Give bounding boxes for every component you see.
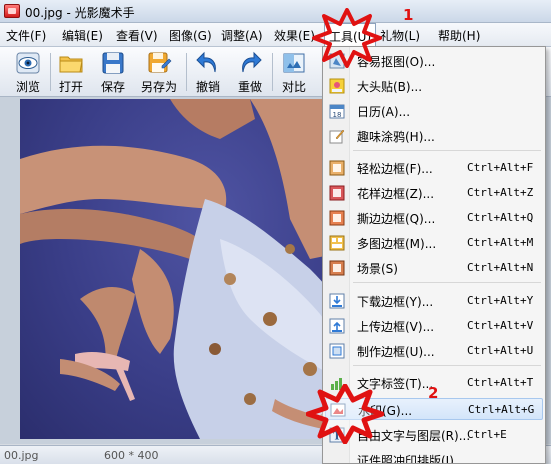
menu-item-label: 日历(A)...: [357, 105, 411, 119]
menu-item-shortcut: Ctrl+Alt+T: [467, 376, 534, 389]
annotation-burst-watermark: [306, 384, 384, 444]
menu-separator: [353, 365, 541, 366]
app-icon: [4, 4, 20, 18]
menu-effects[interactable]: 效果(E): [274, 27, 315, 44]
menu-item-scene[interactable]: 场景(S) Ctrl+Alt+N: [325, 257, 543, 279]
frame-icon: [329, 160, 345, 176]
browse-label: 浏览: [15, 80, 40, 94]
floppy-icon: [102, 52, 124, 74]
annotation-step-2: 2: [428, 384, 439, 402]
undo-label: 撤销: [195, 80, 220, 94]
menu-item-calendar[interactable]: 18 日历(A)...: [325, 100, 543, 122]
menu-item-easy-frame[interactable]: 轻松边框(F)... Ctrl+Alt+F: [325, 157, 543, 179]
save-as-label: 另存为: [140, 80, 177, 94]
menu-item-torn-frame[interactable]: 撕边边框(Q)... Ctrl+Alt+Q: [325, 207, 543, 229]
photo-sticker-icon: [329, 78, 345, 94]
folder-icon: [59, 56, 83, 73]
menu-item-label: 上传边框(V)...: [357, 320, 435, 334]
menu-item-shortcut: Ctrl+Alt+Q: [467, 211, 534, 224]
eye-icon: [16, 52, 40, 74]
menu-item-id-photo-print[interactable]: 证件照冲印排版(I)...: [325, 449, 543, 464]
doodle-icon: [329, 129, 345, 144]
menu-file[interactable]: 文件(F): [6, 27, 46, 44]
menu-item-label: 花样边框(Z)...: [357, 187, 435, 201]
menu-item-doodle[interactable]: 趣味涂鸦(H)...: [325, 125, 543, 147]
save-as-icon: [148, 52, 172, 73]
menu-item-upload-frame[interactable]: 上传边框(V)... Ctrl+Alt+V: [325, 315, 543, 337]
save-label: 保存: [100, 80, 125, 94]
menu-separator: [353, 150, 541, 151]
menu-item-label: 趣味涂鸦(H)...: [357, 130, 435, 144]
menu-item-label: 轻松边框(F)...: [357, 162, 433, 176]
menu-item-fancy-frame[interactable]: 花样边框(Z)... Ctrl+Alt+Z: [325, 182, 543, 204]
menu-item-shortcut: Ctrl+Alt+F: [467, 161, 534, 174]
menu-item-shortcut: Ctrl+Alt+N: [467, 261, 534, 274]
redo-icon: [242, 51, 262, 73]
annotation-step-1: 1: [403, 6, 414, 24]
menu-item-label: 多图边框(M)...: [357, 237, 437, 251]
compare-button[interactable]: 对比: [274, 49, 314, 95]
browse-button[interactable]: 浏览: [8, 49, 48, 95]
download-icon: [329, 293, 345, 309]
menu-help[interactable]: 帮助(H): [438, 27, 480, 44]
undo-icon: [196, 51, 216, 73]
menu-item-shortcut: Ctrl+E: [467, 428, 507, 441]
menu-item-label: 撕边边框(Q)...: [357, 212, 436, 226]
menu-gifts[interactable]: 礼物(L): [380, 27, 420, 44]
window-title: 00.jpg - 光影魔术手: [25, 6, 135, 20]
title-bar: 00.jpg - 光影魔术手: [0, 0, 551, 23]
menu-item-shortcut: Ctrl+Alt+Z: [467, 186, 534, 199]
status-filename: 00.jpg: [4, 449, 39, 462]
menu-view[interactable]: 查看(V): [116, 27, 158, 44]
menu-item-shortcut: Ctrl+Alt+V: [467, 319, 534, 332]
menu-item-shortcut: Ctrl+Alt+M: [467, 236, 534, 249]
menu-item-label: 场景(S): [357, 262, 398, 276]
scene-icon: [329, 260, 345, 276]
menu-bar: 文件(F) 编辑(E) 查看(V) 图像(G) 调整(A) 效果(E) 工具(U…: [0, 23, 551, 47]
menu-image[interactable]: 图像(G): [169, 27, 212, 44]
undo-button[interactable]: 撤销: [188, 49, 228, 95]
annotation-burst-tools: [312, 8, 382, 68]
menu-item-download-frame[interactable]: 下载边框(Y)... Ctrl+Alt+Y: [325, 290, 543, 312]
upload-icon: [329, 318, 345, 334]
menu-item-label: 制作边框(U)...: [357, 345, 435, 359]
open-label: 打开: [58, 80, 83, 94]
menu-edit[interactable]: 编辑(E): [62, 27, 103, 44]
menu-item-shortcut: Ctrl+Alt+Y: [467, 294, 534, 307]
open-button[interactable]: 打开: [51, 49, 91, 95]
redo-label: 重做: [237, 80, 262, 94]
toolbar-separator: [272, 53, 273, 91]
svg-text:18: 18: [333, 111, 342, 119]
menu-item-label: 下载边框(Y)...: [357, 295, 434, 309]
frame-icon: [329, 185, 345, 201]
menu-separator: [353, 282, 541, 283]
make-frame-icon: [329, 343, 345, 359]
compare-label: 对比: [281, 80, 306, 94]
frame-icon: [329, 235, 345, 251]
save-button[interactable]: 保存: [93, 49, 133, 95]
redo-button[interactable]: 重做: [230, 49, 270, 95]
toolbar-separator: [186, 53, 187, 91]
menu-item-label: 证件照冲印排版(I)...: [357, 454, 466, 464]
menu-item-shortcut: Ctrl+Alt+G: [468, 403, 535, 416]
menu-item-make-frame[interactable]: 制作边框(U)... Ctrl+Alt+U: [325, 340, 543, 362]
frame-icon: [329, 210, 345, 226]
compare-icon: [283, 53, 305, 73]
menu-item-multi-image-frame[interactable]: 多图边框(M)... Ctrl+Alt+M: [325, 232, 543, 254]
menu-item-shortcut: Ctrl+Alt+U: [467, 344, 534, 357]
status-dimensions: 600 * 400: [104, 449, 159, 462]
menu-adjust[interactable]: 调整(A): [221, 27, 263, 44]
menu-item-label: 大头贴(B)...: [357, 80, 423, 94]
calendar-icon: 18: [329, 104, 345, 119]
save-as-button[interactable]: 另存为: [137, 49, 181, 95]
menu-item-photo-sticker[interactable]: 大头贴(B)...: [325, 75, 543, 97]
